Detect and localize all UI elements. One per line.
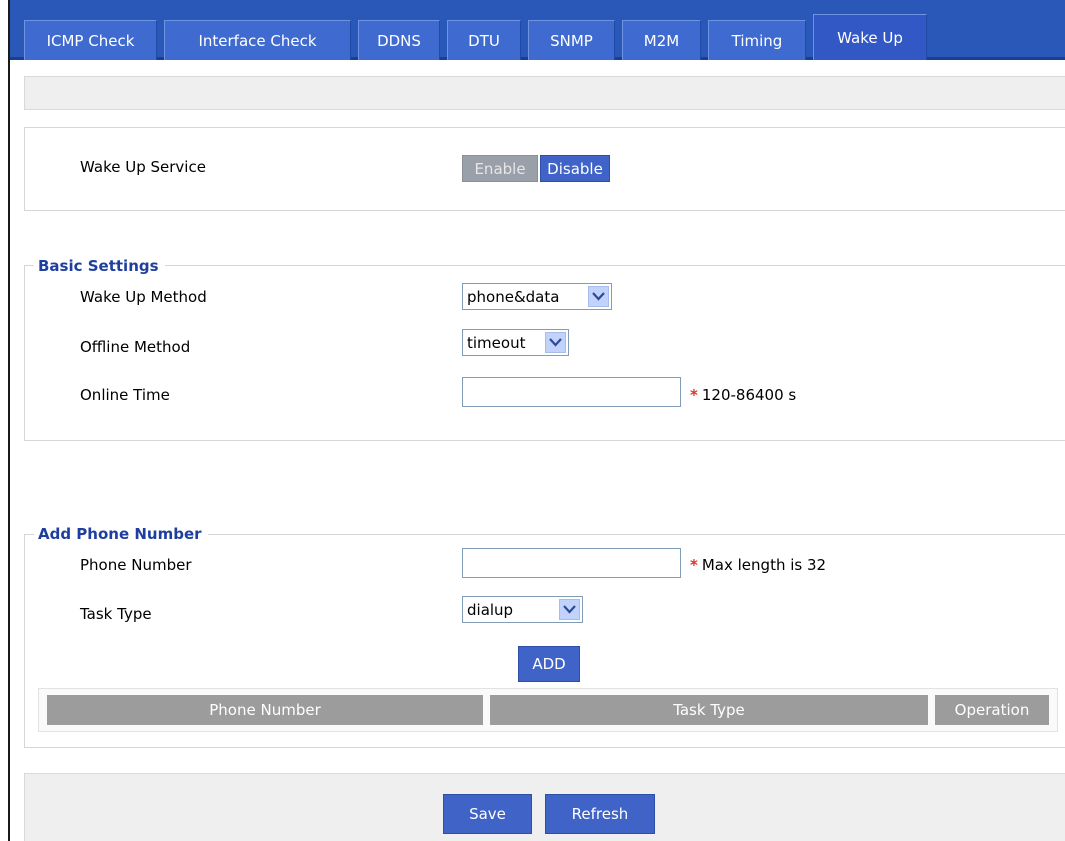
task-type-select[interactable]: dialup (462, 596, 583, 623)
tab-icmp-check[interactable]: ICMP Check (24, 20, 157, 60)
top-info-band (24, 76, 1065, 110)
offline-method-label: Offline Method (80, 338, 191, 356)
tab-timing[interactable]: Timing (708, 20, 806, 60)
online-time-label: Online Time (80, 386, 170, 404)
tab-m2m[interactable]: M2M (622, 20, 701, 60)
phone-number-max: Max length is 32 (701, 556, 827, 574)
offline-method-value: timeout (467, 333, 526, 352)
save-button[interactable]: Save (443, 794, 532, 834)
tab-interface-check[interactable]: Interface Check (164, 20, 351, 60)
tab-wake-up[interactable]: Wake Up (813, 14, 927, 60)
add-button[interactable]: ADD (518, 646, 580, 682)
add-phone-legend: Add Phone Number (34, 525, 208, 543)
required-marker: * (690, 386, 698, 404)
chevron-down-icon (559, 599, 580, 620)
task-type-value: dialup (467, 600, 514, 619)
online-time-hint: * 120-86400 s (690, 386, 796, 404)
task-type-label: Task Type (80, 605, 152, 623)
tab-bar: ICMP Check Interface Check DDNS DTU SNMP… (10, 0, 1065, 60)
phone-number-hint: * Max length is 32 (690, 556, 826, 574)
wake-up-method-value: phone&data (467, 287, 560, 306)
required-marker: * (690, 556, 698, 574)
wake-up-method-select[interactable]: phone&data (462, 283, 612, 310)
online-time-input[interactable] (462, 377, 681, 407)
tab-snmp[interactable]: SNMP (528, 20, 615, 60)
tab-ddns[interactable]: DDNS (358, 20, 440, 60)
online-time-range: 120-86400 s (701, 386, 797, 404)
offline-method-select[interactable]: timeout (462, 329, 569, 356)
phone-number-label: Phone Number (80, 556, 192, 574)
left-frame-border (8, 0, 10, 841)
enable-button[interactable]: Enable (462, 155, 538, 182)
column-operation: Operation (935, 695, 1049, 725)
refresh-button[interactable]: Refresh (545, 794, 655, 834)
disable-button[interactable]: Disable (540, 155, 610, 182)
column-phone-number: Phone Number (47, 695, 483, 725)
chevron-down-icon (545, 332, 566, 353)
wake-up-method-label: Wake Up Method (80, 288, 207, 306)
tab-dtu[interactable]: DTU (447, 20, 521, 60)
chevron-down-icon (588, 286, 609, 307)
wake-up-service-label: Wake Up Service (80, 158, 206, 176)
column-task-type: Task Type (490, 695, 928, 725)
phone-number-input[interactable] (462, 548, 681, 578)
basic-settings-legend: Basic Settings (34, 257, 165, 275)
